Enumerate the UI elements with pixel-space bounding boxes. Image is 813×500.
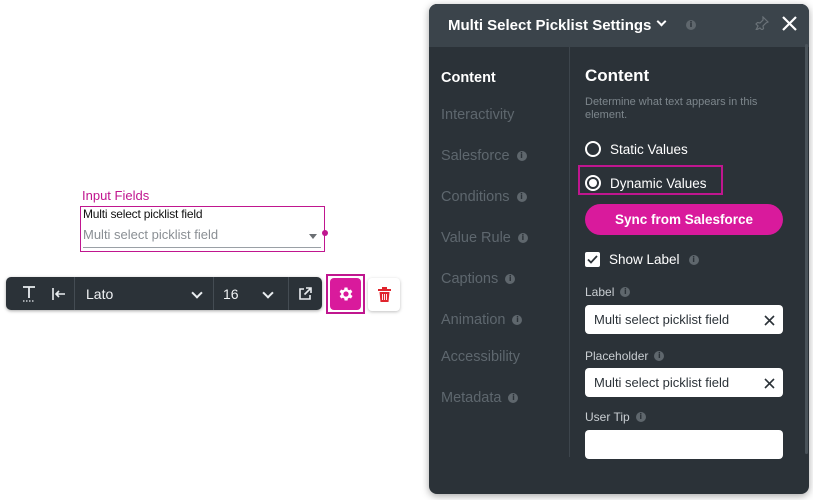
nav-item-label: Value Rule [441,230,511,246]
delete-button[interactable] [368,278,400,311]
radio-button-checked[interactable] [585,175,601,191]
info-icon: i [508,393,519,403]
content-title: Content [585,66,650,85]
dynamic-values-option[interactable]: Dynamic Values [585,175,707,191]
nav-item-label: Accessibility [441,349,520,365]
pin-icon[interactable] [754,15,770,35]
gear-icon [339,287,353,301]
info-icon: i [620,287,631,297]
field-label-text: Placeholder [585,349,649,363]
panel-header: Multi Select Picklist Settings i [429,4,809,47]
element-type-tag: Input Fields [82,188,150,203]
field-label-text: User Tip [585,410,630,424]
info-icon: i [517,233,528,243]
nav-item-label: Salesforce [441,148,510,164]
chevron-down-icon [262,287,274,299]
checkbox-label: Show Label [609,252,680,267]
placeholder-field-label: Placeholder i [585,349,665,363]
text-format-icon[interactable] [14,277,44,310]
clear-icon[interactable] [764,313,775,331]
font-size-select[interactable]: 16 [214,277,288,310]
picklist-placeholder: Multi select picklist field [83,227,219,242]
user-tip-field-label: User Tip i [585,410,646,424]
nav-item-metadata[interactable]: Metadata i [441,390,519,406]
user-tip-input[interactable] [585,430,783,459]
show-label-option[interactable]: Show Label i [585,252,699,267]
nav-item-label: Animation [441,312,506,328]
nav-item-conditions[interactable]: Conditions i [441,189,527,205]
nav-item-captions[interactable]: Captions i [441,271,516,287]
info-icon: i [516,151,527,161]
field-label-text: Label [585,285,615,299]
nav-item-animation[interactable]: Animation i [441,312,523,328]
multi-select-picklist-element[interactable]: Multi select picklist field Multi select… [80,206,325,252]
picklist-select[interactable]: Multi select picklist field [83,224,321,248]
panel-title[interactable]: Multi Select Picklist Settings [448,17,651,34]
check-icon [587,255,598,264]
sync-from-salesforce-button[interactable]: Sync from Salesforce [585,204,783,235]
close-icon[interactable] [781,15,798,37]
settings-nav: Content Interactivity Salesforce i Condi… [429,47,569,494]
info-icon: i [654,351,665,361]
trash-icon [377,287,391,302]
info-icon: i [516,192,527,202]
nav-item-label: Content [441,70,496,86]
settings-button[interactable] [330,278,361,310]
nav-item-interactivity[interactable]: Interactivity [441,107,514,123]
placeholder-input-value: Multi select picklist field [594,375,730,390]
font-family-value: Lato [86,286,114,302]
caret-down-icon [309,234,317,239]
font-family-select[interactable]: Lato [75,277,213,310]
static-values-option[interactable]: Static Values [585,141,688,157]
nav-item-accessibility[interactable]: Accessibility [441,349,520,365]
nav-item-content[interactable]: Content [441,70,496,86]
info-icon: i [505,274,516,284]
field-label: Multi select picklist field [83,207,203,221]
info-icon[interactable]: i [686,20,696,30]
info-icon: i [635,412,646,422]
nav-item-label: Captions [441,271,499,287]
element-toolbar: Lato 16 [6,277,322,310]
external-link-icon[interactable] [290,277,320,310]
resize-handle[interactable] [322,230,328,236]
label-input-value: Multi select picklist field [594,312,730,327]
settings-panel: Multi Select Picklist Settings i Content… [429,4,809,494]
clear-icon[interactable] [764,376,775,394]
label-input[interactable]: Multi select picklist field [585,305,783,334]
nav-item-value-rule[interactable]: Value Rule i [441,230,528,246]
chevron-down-icon[interactable] [656,16,667,27]
panel-scrollbar[interactable] [805,44,808,454]
nav-item-label: Metadata [441,390,502,406]
radio-button[interactable] [585,141,601,157]
info-icon: i [688,254,699,265]
info-icon: i [512,315,523,325]
radio-label: Static Values [610,141,688,157]
radio-label: Dynamic Values [610,175,707,191]
content-description: Determine what text appears in this elem… [585,96,758,121]
nav-item-label: Interactivity [441,107,515,123]
nav-item-label: Conditions [441,189,510,205]
placeholder-input[interactable]: Multi select picklist field [585,368,783,397]
toolbar-divider [288,277,289,310]
font-size-value: 16 [223,286,239,302]
label-field-label: Label i [585,285,631,299]
chevron-down-icon [191,287,203,299]
align-left-icon[interactable] [44,277,74,310]
nav-divider [569,47,570,457]
nav-item-salesforce[interactable]: Salesforce i [441,148,527,164]
checkbox-checked[interactable] [585,252,600,267]
